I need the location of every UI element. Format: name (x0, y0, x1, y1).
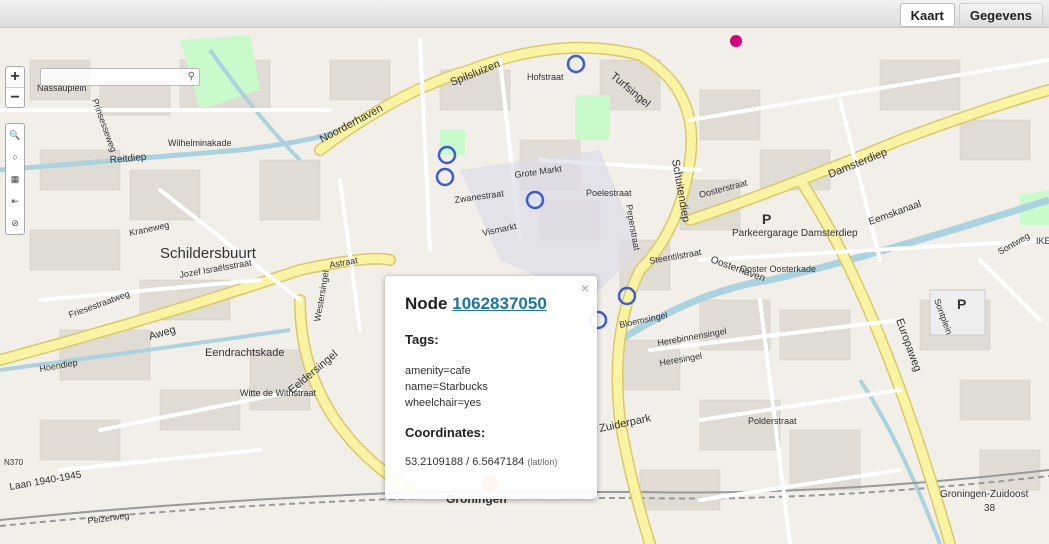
search-icon[interactable]: ⚲ (188, 71, 195, 82)
coordinates: 53.2109188 / 6.5647184 (lat/lon) (405, 456, 558, 468)
place-label: Groningen-Zuidoost (940, 489, 1029, 500)
street-label: Sontweg (996, 231, 1031, 257)
locate-icon[interactable]: ○ (6, 146, 24, 168)
street-label: Polderstraat (748, 416, 797, 426)
node-popup: × Node 1062837050 Tags: amenity=cafe nam… (385, 276, 597, 499)
road-ref-label: N370 (4, 458, 24, 467)
street-label: Oosterstraat (698, 177, 749, 200)
tag-item: wheelchair=yes (405, 397, 482, 409)
tag-list: amenity=cafe name=Starbucks wheelchair=y… (405, 363, 577, 411)
top-bar: Kaart Gegevens (0, 0, 1049, 28)
street-label: Kraneweg (128, 220, 170, 238)
street-label: Westersingel (312, 270, 331, 323)
street-label: Laan 1940-1945 (9, 469, 83, 493)
water-label: Eemskanaal (867, 199, 922, 228)
map-canvas[interactable]: P P Schildersbuurt Noorderhaven Spilslui… (0, 28, 1049, 544)
tab-data[interactable]: Gegevens (958, 3, 1043, 27)
street-label: Schuitendiep (669, 158, 692, 223)
street-label: Peperstraat (624, 204, 642, 252)
parking-label: Parkeergarage Damsterdiep (732, 228, 858, 239)
street-label: Heresingel (659, 351, 703, 368)
share-icon[interactable]: ⇤ (6, 190, 24, 212)
place-label: IKE (1036, 236, 1049, 246)
view-tabs: Kaart Gegevens (899, 3, 1043, 27)
map-tools: 🔍 ○ ▦ ⇤ ⊘ (5, 123, 25, 235)
street-label: Astraat (329, 255, 359, 270)
street-label: Europaweg (893, 317, 923, 373)
street-label: Steentilstraat (649, 247, 703, 266)
street-label: Turfsingel (608, 70, 652, 110)
node-id-link[interactable]: 1062837050 (452, 294, 547, 313)
coords-heading: Coordinates: (405, 425, 486, 440)
search-input[interactable] (41, 71, 179, 88)
street-label: Wilhelminakade (168, 138, 232, 148)
tag-item: name=Starbucks (405, 381, 488, 393)
search-box[interactable]: ⚲ (40, 68, 200, 88)
street-label: Eendrachtskade (205, 347, 285, 359)
close-icon[interactable]: × (581, 280, 589, 296)
street-label: Grote Markt (514, 163, 563, 180)
street-label: Peizerweg (87, 510, 130, 526)
street-label: Prinsesseweg (90, 97, 119, 153)
street-label: Bloemsingel (618, 310, 668, 330)
zoom-in-button[interactable]: + (6, 67, 24, 87)
street-label: Hoendiep (39, 357, 79, 374)
street-label: Spilsluizen (449, 58, 502, 89)
street-label: Witte de Withstraat (240, 388, 317, 398)
street-label: Zuiderpark (598, 412, 652, 435)
street-label: Damsterdiep (827, 146, 889, 180)
layers-icon[interactable]: ▦ (6, 168, 24, 190)
tags-heading: Tags: (405, 332, 439, 347)
street-label: Poelestraat (586, 188, 632, 198)
place-label: 38 (984, 503, 996, 514)
street-label: Friesestraatweg (67, 289, 131, 320)
street-label: Hofstraat (527, 72, 564, 82)
street-label: Noorderhaven (318, 102, 385, 145)
street-label: Sontplein (932, 297, 954, 336)
street-label: Zwanestraat (454, 188, 505, 205)
street-label: Ooster Oosterkade (740, 264, 816, 274)
street-label: Herebinnensingel (657, 326, 728, 348)
street-label: Vismarkt (481, 221, 518, 238)
street-label: Aweg (148, 324, 178, 343)
query-features-icon[interactable]: 🔍 (6, 124, 24, 146)
water-label: Reitdiep (109, 152, 147, 166)
zoom-controls: + − (5, 66, 25, 108)
note-icon[interactable]: ⊘ (6, 212, 24, 234)
zoom-out-button[interactable]: − (6, 87, 24, 107)
tag-item: amenity=cafe (405, 365, 471, 377)
tab-map[interactable]: Kaart (899, 3, 955, 27)
popup-title: Node 1062837050 (405, 294, 547, 313)
